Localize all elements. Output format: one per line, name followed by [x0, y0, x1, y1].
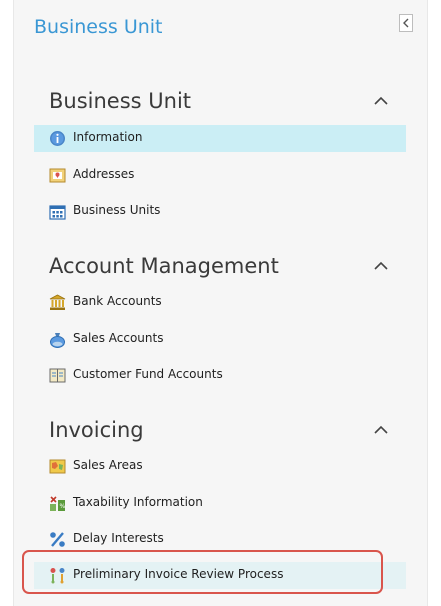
- collapse-panel-button[interactable]: [399, 14, 413, 32]
- nav-item-label: Preliminary Invoice Review Process: [73, 567, 284, 581]
- percent-icon: [50, 532, 65, 547]
- panel-title: Business Unit: [34, 16, 163, 38]
- nav-item-label: Delay Interests: [73, 531, 164, 545]
- nav-item-sales-areas[interactable]: Sales Areas: [34, 453, 406, 480]
- section-title: Business Unit: [49, 89, 192, 113]
- process-icon: [50, 568, 65, 584]
- nav-item-label: Sales Accounts: [73, 331, 164, 345]
- nav-item-information[interactable]: Information: [34, 125, 406, 152]
- nav-item-bank-accounts[interactable]: Bank Accounts: [34, 289, 406, 316]
- nav-item-label: Business Units: [73, 203, 161, 217]
- nav-item-label: Taxability Information: [73, 495, 203, 509]
- nav-item-customer-fund-accounts[interactable]: Customer Fund Accounts: [34, 362, 406, 389]
- nav-item-business-units[interactable]: Business Units: [34, 198, 406, 225]
- address-card-icon: [49, 168, 66, 183]
- svg-text:%: %: [60, 503, 66, 510]
- chevron-left-icon: [403, 18, 409, 28]
- nav-item-delay-interests[interactable]: Delay Interests: [34, 526, 406, 553]
- section-title: Invoicing: [49, 418, 144, 442]
- nav-item-sales-accounts[interactable]: Sales Accounts: [34, 326, 406, 353]
- nav-item-label: Customer Fund Accounts: [73, 367, 223, 381]
- section-account-management[interactable]: Account Management: [34, 254, 389, 284]
- nav-item-label: Information: [73, 130, 143, 144]
- info-icon: [50, 131, 65, 146]
- section-business-unit[interactable]: Business Unit: [34, 89, 389, 119]
- navigation-panel: Business Unit Business Unit Information …: [13, 0, 428, 606]
- chevron-up-icon[interactable]: [373, 424, 389, 436]
- nav-item-label: Addresses: [73, 167, 135, 181]
- ledger-icon: [49, 368, 66, 383]
- section-invoicing[interactable]: Invoicing: [34, 418, 389, 448]
- building-icon: [49, 205, 66, 220]
- nav-item-taxability-information[interactable]: % Taxability Information: [34, 490, 406, 517]
- tax-icon: %: [50, 496, 66, 511]
- map-icon: [49, 459, 66, 474]
- chevron-up-icon[interactable]: [373, 95, 389, 107]
- nav-item-preliminary-invoice-review-process[interactable]: Preliminary Invoice Review Process: [34, 562, 406, 589]
- nav-item-label: Bank Accounts: [73, 294, 162, 308]
- nav-item-addresses[interactable]: Addresses: [34, 162, 406, 189]
- bank-icon: [49, 294, 66, 310]
- section-title: Account Management: [49, 254, 279, 278]
- money-bag-icon: [50, 333, 65, 348]
- chevron-up-icon[interactable]: [373, 260, 389, 272]
- nav-item-label: Sales Areas: [73, 458, 143, 472]
